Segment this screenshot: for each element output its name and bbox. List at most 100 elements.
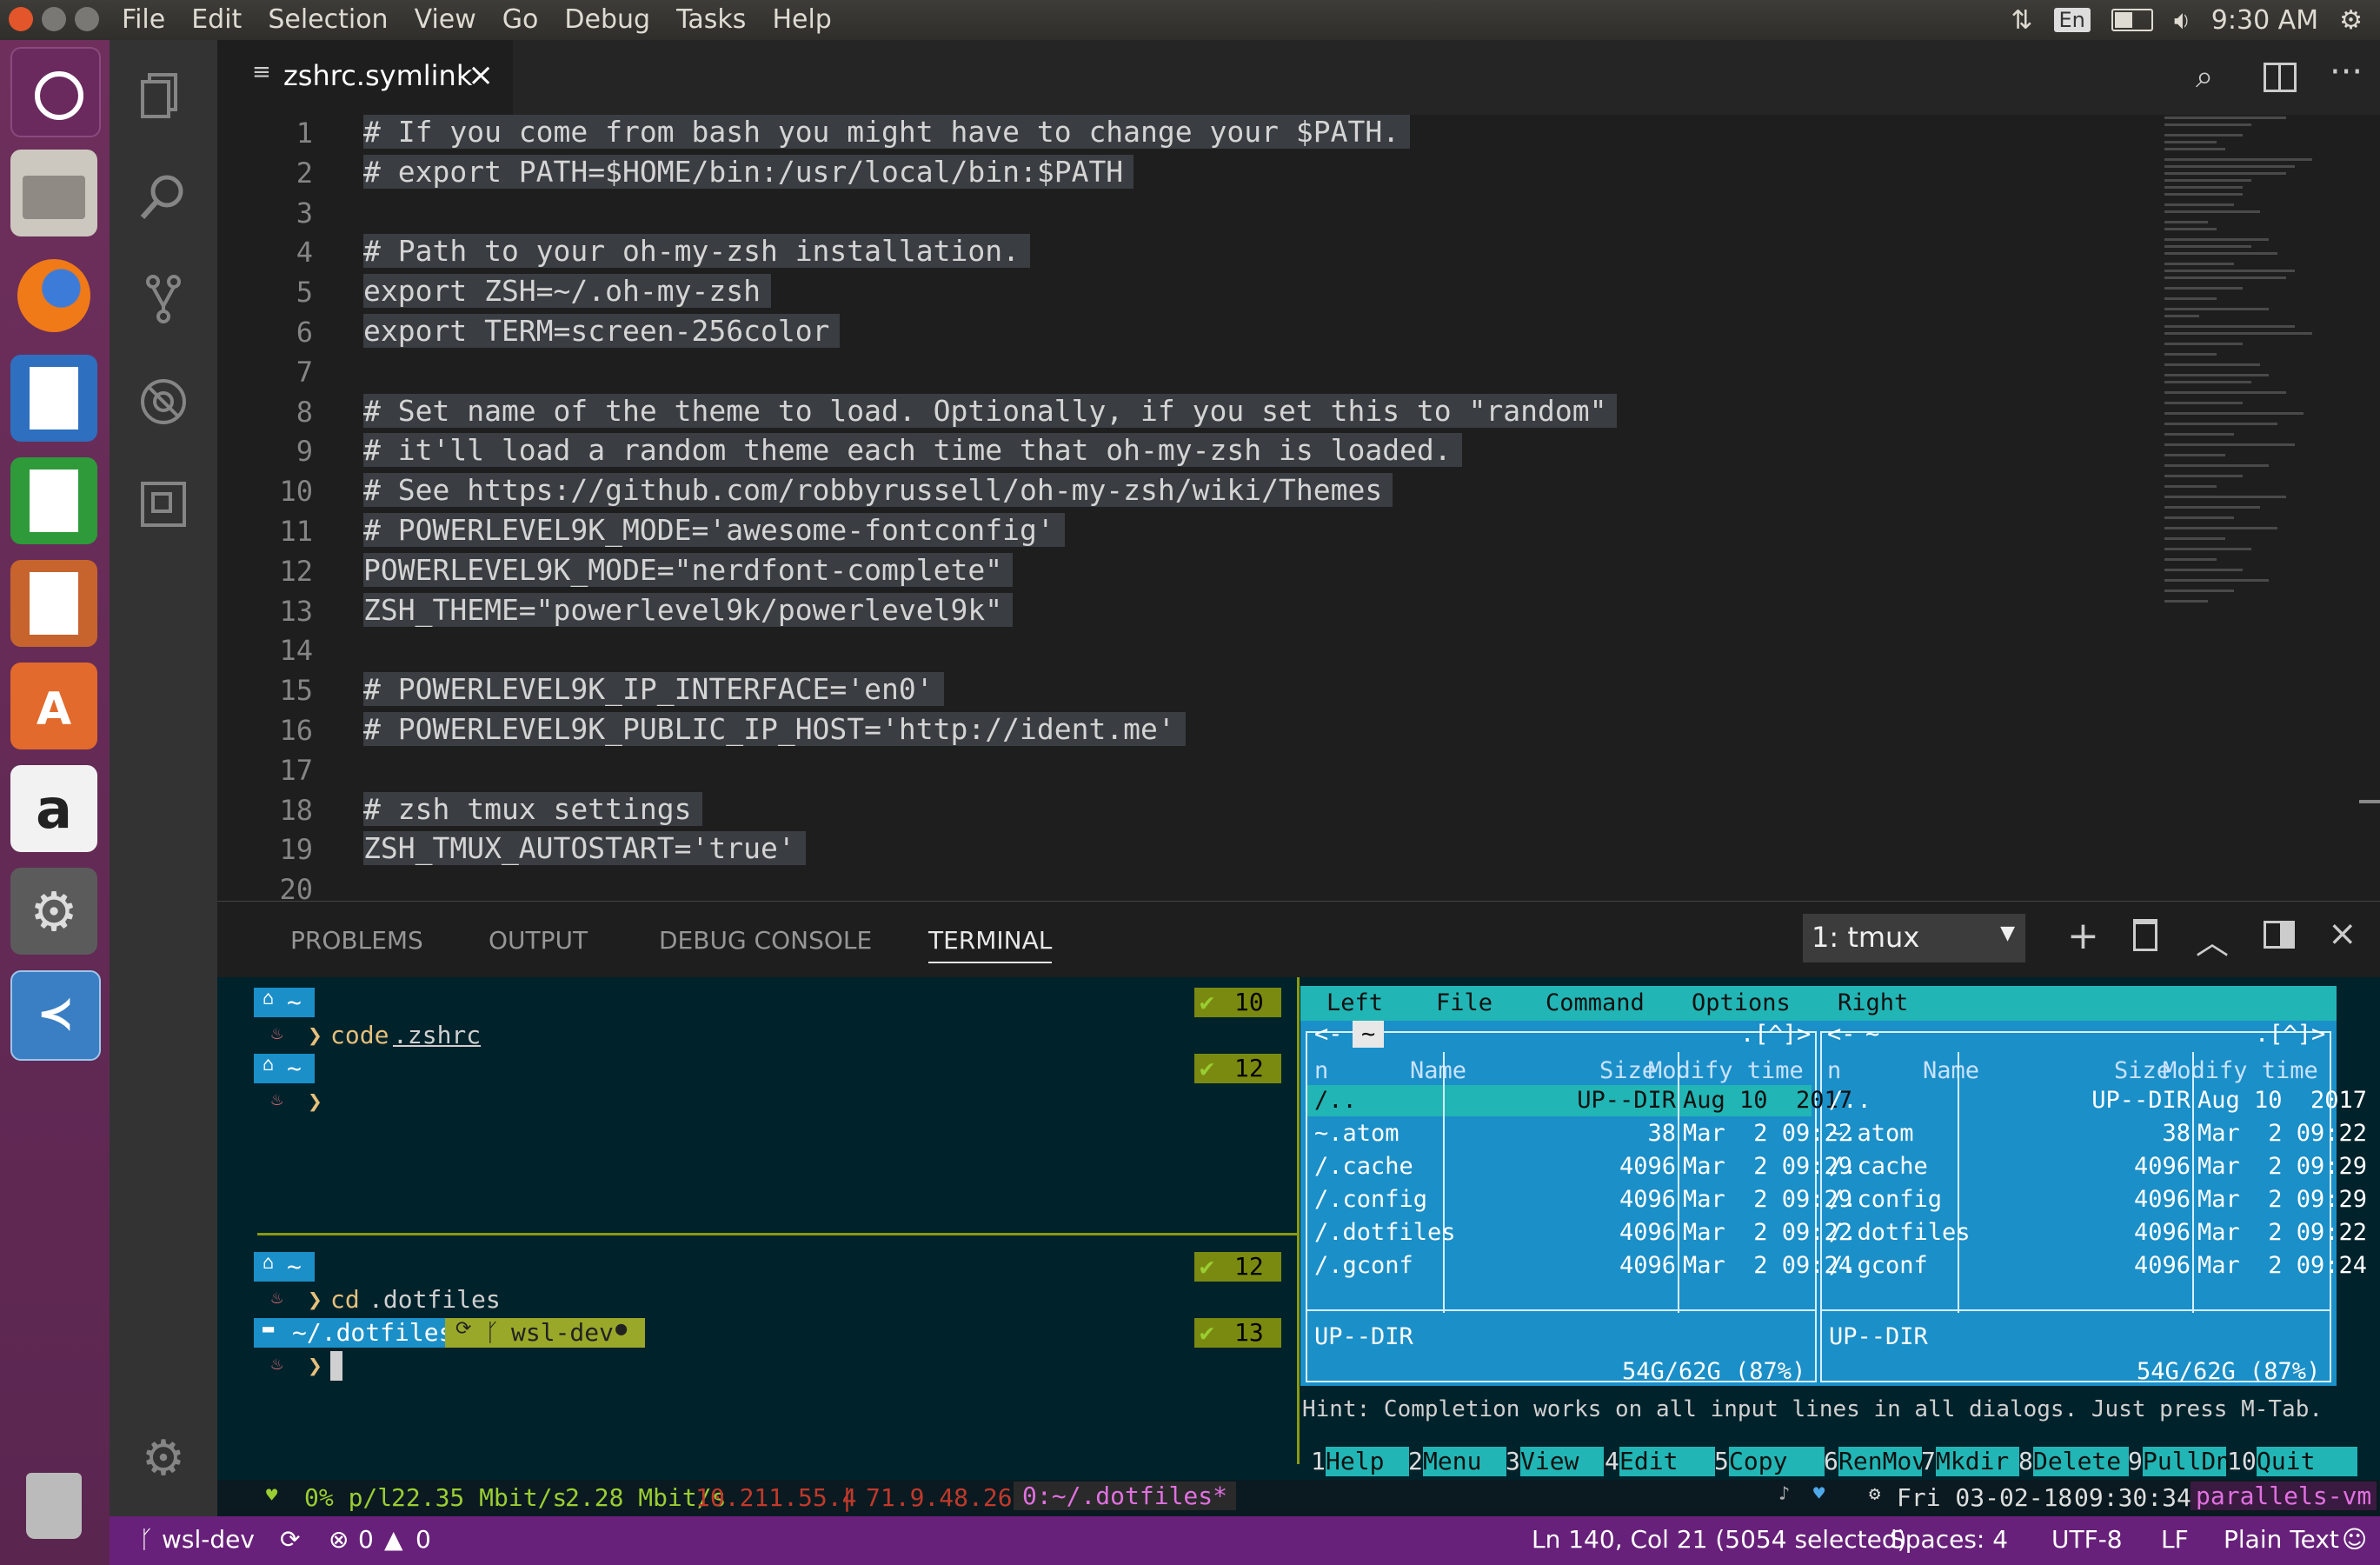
status-warnings[interactable]: 0 xyxy=(416,1525,431,1554)
warning-icon[interactable]: ▲ xyxy=(384,1525,403,1554)
status-spaces[interactable]: Spaces: 4 xyxy=(1890,1525,2008,1554)
close-panel-icon[interactable]: × xyxy=(2328,914,2357,954)
mc-file-name[interactable]: /.. xyxy=(1314,1087,1357,1114)
mc-fkey-menu[interactable]: Menu xyxy=(1423,1447,1506,1476)
mc-file-name[interactable]: /.dotfiles xyxy=(1314,1219,1456,1246)
maximize-window-icon[interactable] xyxy=(75,7,99,31)
mc-file-name[interactable]: ~.atom xyxy=(1829,1120,1914,1147)
amazon-icon[interactable]: a xyxy=(10,765,97,852)
feedback-smiley-icon[interactable]: ☺ xyxy=(2342,1525,2367,1554)
software-center-icon[interactable]: A xyxy=(10,663,97,749)
menu-tasks[interactable]: Tasks xyxy=(676,4,746,35)
branch-icon[interactable]: ᚴ xyxy=(139,1525,154,1554)
mc-fkey-quit[interactable]: Quit xyxy=(2257,1447,2357,1476)
status-position[interactable]: Ln 140, Col 21 (5054 selected) xyxy=(1532,1525,1907,1554)
mc-menu-options[interactable]: Options xyxy=(1692,989,1791,1016)
search-icon[interactable] xyxy=(136,169,191,224)
volume-icon[interactable]: 🔉︎ xyxy=(2174,5,2191,36)
home-icon: ⌂ xyxy=(263,1054,275,1076)
mc-fkey-help[interactable]: Help xyxy=(1326,1447,1409,1476)
menu-help[interactable]: Help xyxy=(772,4,831,35)
manage-gear-icon[interactable]: ⚙ xyxy=(136,1431,191,1487)
code-line-text: # POWERLEVEL9K_MODE='awesome-fontconfig' xyxy=(363,513,1065,547)
network-icon[interactable]: ⇅ xyxy=(2011,5,2032,36)
maximize-panel-icon[interactable]: ︿ xyxy=(2196,916,2229,963)
menu-go[interactable]: Go xyxy=(502,4,539,35)
mc-menu-right[interactable]: Right xyxy=(1838,989,1908,1016)
mc-file-name[interactable]: /.config xyxy=(1314,1186,1427,1213)
mc-file-name[interactable]: ~.atom xyxy=(1314,1120,1399,1147)
mc-menu-file[interactable]: File xyxy=(1436,989,1492,1016)
toggle-panel-layout-icon[interactable] xyxy=(2264,921,2295,949)
mc-fkey-renmov[interactable]: RenMov xyxy=(1838,1447,1926,1476)
extensions-icon[interactable] xyxy=(136,476,191,532)
kill-terminal-icon[interactable] xyxy=(2133,919,2157,951)
tab-terminal[interactable]: TERMINAL xyxy=(928,926,1053,963)
explorer-icon[interactable] xyxy=(136,66,191,122)
mc-fkey-edit[interactable]: Edit xyxy=(1619,1447,1715,1476)
impress-icon[interactable] xyxy=(10,560,97,647)
tab-problems[interactable]: PROBLEMS xyxy=(290,926,423,955)
split-editor-icon[interactable] xyxy=(2264,63,2297,92)
tab-zshrc-symlink[interactable]: ≡ zshrc.symlink × xyxy=(217,40,513,115)
minimap[interactable] xyxy=(2164,115,2356,636)
vscode-icon[interactable]: ≺ xyxy=(10,970,101,1061)
firefox-icon[interactable] xyxy=(10,252,97,339)
menu-file[interactable]: File xyxy=(122,4,165,35)
writer-icon[interactable] xyxy=(10,355,97,442)
power-gear-icon[interactable]: ⚙ xyxy=(2339,5,2363,36)
mc-file-name[interactable]: /.gconf xyxy=(1829,1252,1928,1279)
menu-view[interactable]: View xyxy=(415,4,476,35)
status-encoding[interactable]: UTF-8 xyxy=(2051,1525,2123,1554)
status-branch[interactable]: wsl-dev xyxy=(162,1525,255,1554)
ubuntu-logo-icon[interactable] xyxy=(10,47,101,137)
sync-icon[interactable]: ⟳ xyxy=(280,1525,300,1554)
editor-scrollbar[interactable] xyxy=(2359,115,2380,901)
keyboard-layout-indicator[interactable]: En xyxy=(2053,8,2091,32)
mc-right-indicator[interactable]: .[^]> xyxy=(2255,1021,2325,1048)
terminal[interactable]: ⌂ ~ ♨ ❯ code .zshrc ✔ 10 ⌂ ~ ✔ 12 ♨ ❯ ⌂ … xyxy=(217,977,2380,1516)
new-terminal-icon[interactable]: + xyxy=(2067,914,2099,958)
debug-icon[interactable] xyxy=(136,374,191,430)
tmux-window[interactable]: 0:~/.dotfiles* xyxy=(1014,1482,1237,1510)
mc-fkey-delete[interactable]: Delete xyxy=(2033,1447,2129,1476)
mc-file-name[interactable]: /.gconf xyxy=(1314,1252,1413,1279)
mc-fkey-pulldn[interactable]: PullDn xyxy=(2143,1447,2230,1476)
mc-file-name[interactable]: /.dotfiles xyxy=(1829,1219,1971,1246)
mc-left-indicator[interactable]: .[^]> xyxy=(1740,1021,1811,1048)
status-language[interactable]: Plain Text xyxy=(2224,1525,2339,1554)
close-window-icon[interactable] xyxy=(9,7,33,31)
tab-debug-console[interactable]: DEBUG CONSOLE xyxy=(659,926,872,955)
open-preview-icon[interactable]: ⌕ xyxy=(2196,59,2213,96)
error-icon[interactable]: ⊗ xyxy=(329,1525,349,1554)
files-icon[interactable] xyxy=(10,150,97,236)
mc-file-name[interactable]: /.config xyxy=(1829,1186,1942,1213)
minimize-window-icon[interactable] xyxy=(42,7,66,31)
mc-menu-command[interactable]: Command xyxy=(1546,989,1645,1016)
status-errors[interactable]: 0 xyxy=(358,1525,374,1554)
terminal-select[interactable]: 1: tmux ▼ xyxy=(1803,914,2025,962)
code-editor[interactable]: 1 2 3 4 5 6 7 8 9 10 11 12 13 14 15 16 17 18 19 20 # If you… xyxy=(217,115,2380,901)
mc-file-name[interactable]: /.cache xyxy=(1829,1153,1928,1180)
mc-file-name[interactable]: /.. xyxy=(1829,1087,1871,1114)
settings-icon[interactable]: ⚙ xyxy=(10,868,97,955)
code-line-text: # Set name of the theme to load. Optiona… xyxy=(363,393,1618,428)
mc-file-name[interactable]: /.cache xyxy=(1314,1153,1413,1180)
tab-close-icon[interactable]: × xyxy=(468,57,494,93)
more-actions-icon[interactable]: ··· xyxy=(2330,52,2363,92)
mc-fkey-copy[interactable]: Copy xyxy=(1729,1447,1825,1476)
menu-selection[interactable]: Selection xyxy=(268,4,388,35)
mc-menu-left[interactable]: Left xyxy=(1326,989,1383,1016)
midnight-commander[interactable]: Left File Command Options Right <- ~ .[^… xyxy=(1300,986,2367,1386)
tab-output[interactable]: OUTPUT xyxy=(489,926,588,955)
calc-icon[interactable] xyxy=(10,457,97,544)
source-control-icon[interactable] xyxy=(136,271,191,327)
menu-debug[interactable]: Debug xyxy=(564,4,650,35)
status-eol[interactable]: LF xyxy=(2161,1525,2189,1554)
menu-edit[interactable]: Edit xyxy=(191,4,242,35)
clock[interactable]: 9:30 AM xyxy=(2211,5,2318,36)
trash-icon[interactable] xyxy=(10,1461,97,1548)
mc-fkey-mkdir[interactable]: Mkdir xyxy=(1936,1447,2019,1476)
mc-fkey-view[interactable]: View xyxy=(1520,1447,1604,1476)
battery-icon[interactable] xyxy=(2111,9,2153,31)
